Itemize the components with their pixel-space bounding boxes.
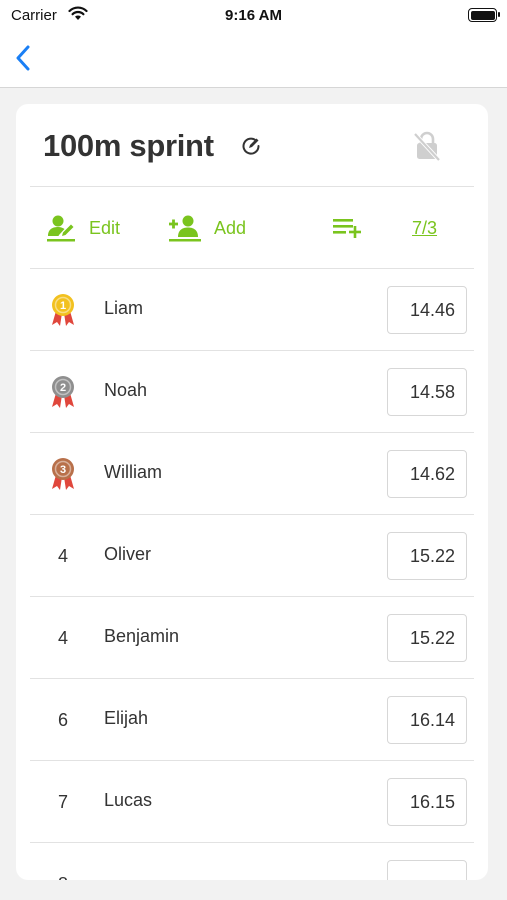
toolbar: Edit Add 7/3 bbox=[16, 187, 488, 269]
result-row[interactable]: 8 bbox=[16, 843, 488, 880]
athlete-name: Noah bbox=[104, 380, 148, 400]
svg-text:2: 2 bbox=[60, 382, 66, 394]
athlete-name: Benjamin bbox=[104, 626, 180, 646]
event-title: 100m sprint bbox=[43, 128, 214, 163]
result-row[interactable]: 6 Elijah 16.14 bbox=[16, 679, 488, 761]
edit-button[interactable]: Edit bbox=[45, 213, 120, 243]
silver-medal-icon: 2 bbox=[46, 373, 80, 411]
navigation-bar bbox=[0, 30, 507, 88]
result-time-field[interactable]: 14.46 bbox=[387, 286, 467, 334]
playlist-add-icon bbox=[333, 219, 361, 238]
rank: 7 bbox=[57, 791, 68, 812]
add-participant-button[interactable]: Add bbox=[168, 213, 246, 243]
result-time-field[interactable] bbox=[387, 860, 467, 880]
rank: 4 bbox=[57, 627, 68, 648]
result-row[interactable]: 2 Noah 14.58 bbox=[16, 351, 488, 433]
athlete-name: Lucas bbox=[104, 790, 153, 810]
result-time-field[interactable]: 15.22 bbox=[387, 614, 467, 662]
event-header: 100m sprint bbox=[16, 104, 488, 186]
result-row[interactable]: 4 Oliver 15.22 bbox=[16, 515, 488, 597]
bronze-medal-icon: 3 bbox=[46, 455, 80, 493]
edit-person-icon bbox=[47, 215, 75, 242]
svg-text:1: 1 bbox=[60, 300, 66, 312]
edit-label: Edit bbox=[89, 217, 121, 238]
add-to-list-button[interactable] bbox=[332, 213, 374, 243]
result-row[interactable]: 3 William 14.62 bbox=[16, 433, 488, 515]
unlock-button[interactable] bbox=[409, 128, 445, 164]
back-button[interactable] bbox=[8, 42, 38, 74]
result-time-field[interactable]: 15.22 bbox=[387, 532, 467, 580]
result-row[interactable]: 4 Benjamin 15.22 bbox=[16, 597, 488, 679]
athlete-name: William bbox=[104, 462, 162, 482]
chevron-left-icon bbox=[16, 45, 30, 71]
clock: 9:16 AM bbox=[225, 7, 282, 24]
result-time-field[interactable]: 14.58 bbox=[387, 368, 467, 416]
svg-text:3: 3 bbox=[60, 464, 66, 476]
lock-slash-icon bbox=[413, 131, 441, 161]
athlete-name: Liam bbox=[104, 298, 144, 318]
athlete-name: Oliver bbox=[104, 544, 152, 564]
athlete-name: Elijah bbox=[104, 708, 149, 728]
result-time-field[interactable]: 16.15 bbox=[387, 778, 467, 826]
pencil-circle-icon bbox=[242, 137, 260, 155]
result-time-field[interactable]: 16.14 bbox=[387, 696, 467, 744]
attempts-counter-link[interactable]: 7/3 bbox=[412, 213, 437, 243]
status-bar: Carrier 9:16 AM bbox=[0, 0, 507, 30]
result-time-field[interactable]: 14.62 bbox=[387, 450, 467, 498]
rank: 6 bbox=[57, 709, 68, 730]
edit-title-button[interactable] bbox=[240, 135, 262, 157]
battery-icon bbox=[468, 8, 500, 22]
result-row[interactable]: 7 Lucas 16.15 bbox=[16, 761, 488, 843]
rank: 4 bbox=[57, 545, 68, 566]
rank: 8 bbox=[46, 865, 80, 881]
results-list: 1 Liam 14.46 2 Noah 14.58 3 William 14.6… bbox=[16, 269, 488, 880]
add-person-icon bbox=[169, 215, 201, 242]
gold-medal-icon: 1 bbox=[46, 291, 80, 329]
result-row[interactable]: 1 Liam 14.46 bbox=[16, 269, 488, 351]
add-label: Add bbox=[214, 217, 247, 238]
event-card: 100m sprint Edit Add 7/3 1 Liam 14.46 2 … bbox=[16, 104, 488, 880]
